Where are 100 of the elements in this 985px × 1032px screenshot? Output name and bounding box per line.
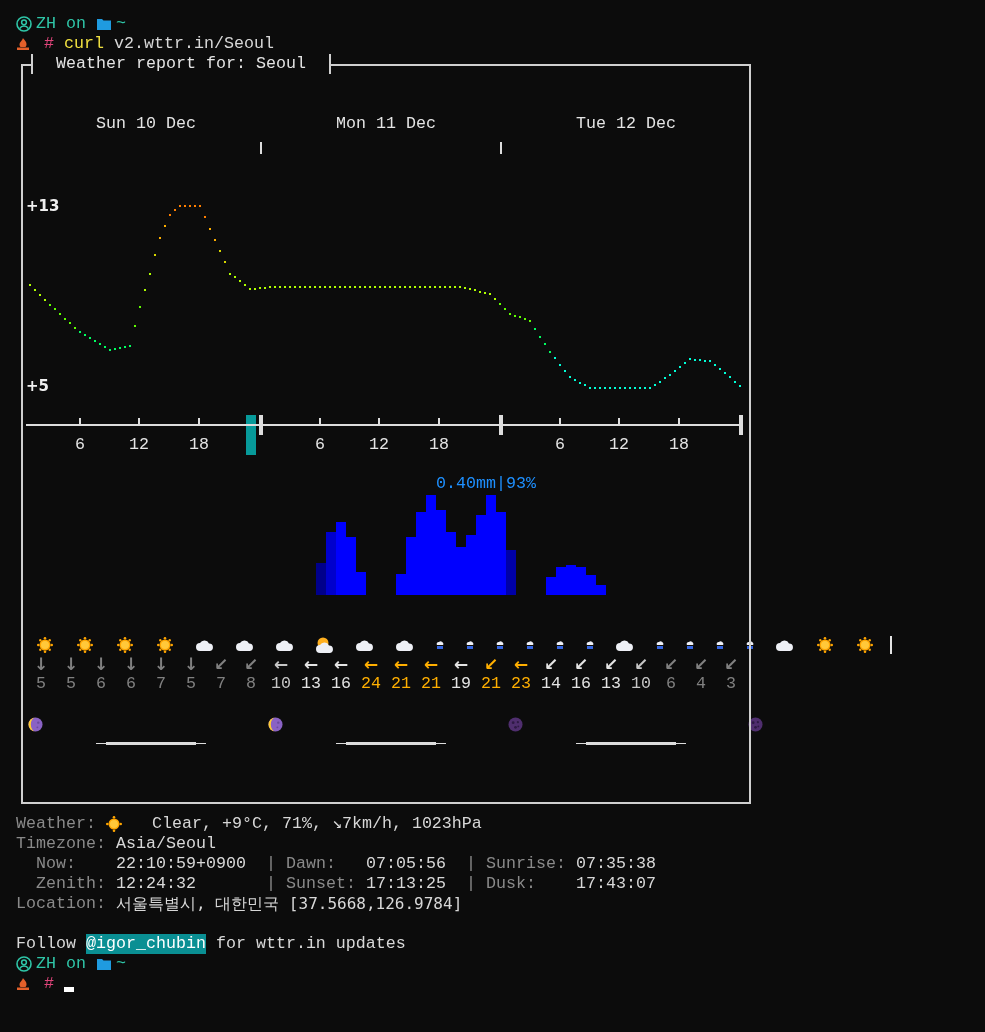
wind-direction-arrow: ↓ — [123, 655, 139, 674]
wind-direction-arrow: ↓ — [63, 655, 79, 674]
hour-label: 6 — [315, 435, 325, 454]
wind-speed: 13 — [601, 674, 621, 694]
time-value: 07:35:38 — [576, 854, 657, 874]
time-label: Zenith: — [36, 874, 107, 894]
wind-direction-arrow: ↙ — [213, 655, 229, 674]
prompt-user: ZH — [36, 14, 56, 34]
wind-speed: 6 — [126, 674, 136, 694]
wind-direction-arrow: ← — [453, 655, 469, 674]
day-heading: Mon 11 Dec — [336, 114, 436, 134]
hour-label: 18 — [429, 435, 449, 454]
wind-speed: 16 — [331, 674, 351, 694]
wind-speed: 21 — [421, 674, 441, 694]
hour-label: 18 — [669, 435, 689, 454]
temperature-low-label: +5 — [26, 377, 49, 395]
day-heading: Sun 10 Dec — [96, 114, 196, 134]
wind-speed: 4 — [696, 674, 706, 694]
follow-text: for wttr.in updates — [214, 934, 406, 954]
column-separator: | — [266, 854, 276, 874]
wind-direction-arrow: ← — [423, 655, 439, 674]
wind-direction-arrow: ↙ — [483, 655, 499, 674]
command-args: v2.wttr.in/Seoul — [112, 34, 274, 54]
wind-direction-arrow: ↓ — [93, 655, 109, 674]
wind-direction-arrow: ↙ — [693, 655, 709, 674]
prompt-dir: ~ — [116, 954, 126, 974]
prompt-user: ZH — [36, 954, 56, 974]
wind-direction-arrow: ↙ — [633, 655, 649, 674]
location-value: 서울특별시, 대한민국 [37.5668,126.9784] — [115, 894, 463, 914]
wind-direction-arrow: ← — [393, 655, 409, 674]
wind-direction-arrow: ← — [333, 655, 349, 674]
time-label: Sunrise: — [486, 854, 567, 874]
flame-icon — [16, 37, 30, 51]
hour-label: 6 — [555, 435, 565, 454]
time-label: Dawn: — [286, 854, 337, 874]
column-separator: | — [466, 874, 476, 894]
timezone-value: Asia/Seoul — [114, 834, 216, 854]
wind-direction-arrow: ← — [273, 655, 289, 674]
time-value: 17:13:25 — [366, 874, 447, 894]
wind-speed: 16 — [571, 674, 591, 694]
wind-speed: 5 — [66, 674, 76, 694]
wind-speed: 5 — [186, 674, 196, 694]
wind-direction-arrow: ↙ — [243, 655, 259, 674]
wind-direction-arrow: ↓ — [183, 655, 199, 674]
wind-speed: 24 — [361, 674, 381, 694]
hour-label: 12 — [369, 435, 389, 454]
folder-icon — [96, 17, 112, 31]
wind-speed: 7 — [156, 674, 166, 694]
hour-label: 18 — [189, 435, 209, 454]
timezone-label: Timezone: — [16, 834, 106, 854]
column-separator: | — [266, 874, 276, 894]
wind-direction-arrow: ↓ — [33, 655, 49, 674]
wind-speed: 7 — [216, 674, 226, 694]
wind-speed: 3 — [726, 674, 736, 694]
day-heading: Tue 12 Dec — [576, 114, 676, 134]
time-value: 07:05:56 — [366, 854, 447, 874]
wind-direction-arrow: ← — [363, 655, 379, 674]
prompt-text: on — [65, 954, 87, 974]
hour-label: 12 — [609, 435, 629, 454]
prompt-dir: ~ — [116, 14, 126, 34]
follow-text: Follow — [16, 934, 77, 954]
wind-direction-arrow: ↓ — [153, 655, 169, 674]
prompt-text: on — [65, 14, 87, 34]
sun-icon — [105, 816, 122, 832]
current-time-marker — [246, 415, 256, 455]
flame-icon — [16, 977, 30, 991]
wind-speed: 6 — [96, 674, 106, 694]
wind-speed: 14 — [541, 674, 561, 694]
wind-direction-arrow: ↙ — [603, 655, 619, 674]
wind-direction-arrow: ↙ — [663, 655, 679, 674]
prompt-symbol: # — [43, 34, 55, 54]
time-value: 17:43:07 — [576, 874, 657, 894]
report-title: Weather report for: Seoul — [31, 54, 331, 74]
wind-speed: 8 — [246, 674, 256, 694]
wind-direction-arrow: ↙ — [543, 655, 559, 674]
wind-direction-arrow: ← — [303, 655, 319, 674]
text-cursor — [64, 986, 74, 992]
time-value: 12:24:32 — [116, 874, 197, 894]
prompt-symbol: # — [43, 974, 55, 994]
wind-speed: 19 — [451, 674, 471, 694]
weather-label: Weather: — [16, 814, 96, 834]
location-label: Location: — [16, 894, 106, 914]
temperature-high-label: +13 — [26, 197, 60, 215]
wind-speed: 23 — [511, 674, 531, 694]
wind-direction-arrow: ↙ — [573, 655, 589, 674]
wind-speed: 10 — [271, 674, 291, 694]
wind-speed: 21 — [391, 674, 411, 694]
day-tick — [260, 142, 262, 154]
wind-speed: 6 — [666, 674, 676, 694]
wind-speed: 5 — [36, 674, 46, 694]
wind-direction-arrow: ↙ — [723, 655, 739, 674]
time-label: Sunset: — [286, 874, 357, 894]
wind-direction-arrow: ← — [513, 655, 529, 674]
user-icon — [16, 16, 32, 32]
folder-icon — [96, 957, 112, 971]
wind-speed: 21 — [481, 674, 501, 694]
time-label: Dusk: — [486, 874, 537, 894]
user-icon — [16, 956, 32, 972]
precipitation-label: 0.40mm|93% — [436, 474, 536, 493]
command-name: curl — [64, 34, 104, 54]
